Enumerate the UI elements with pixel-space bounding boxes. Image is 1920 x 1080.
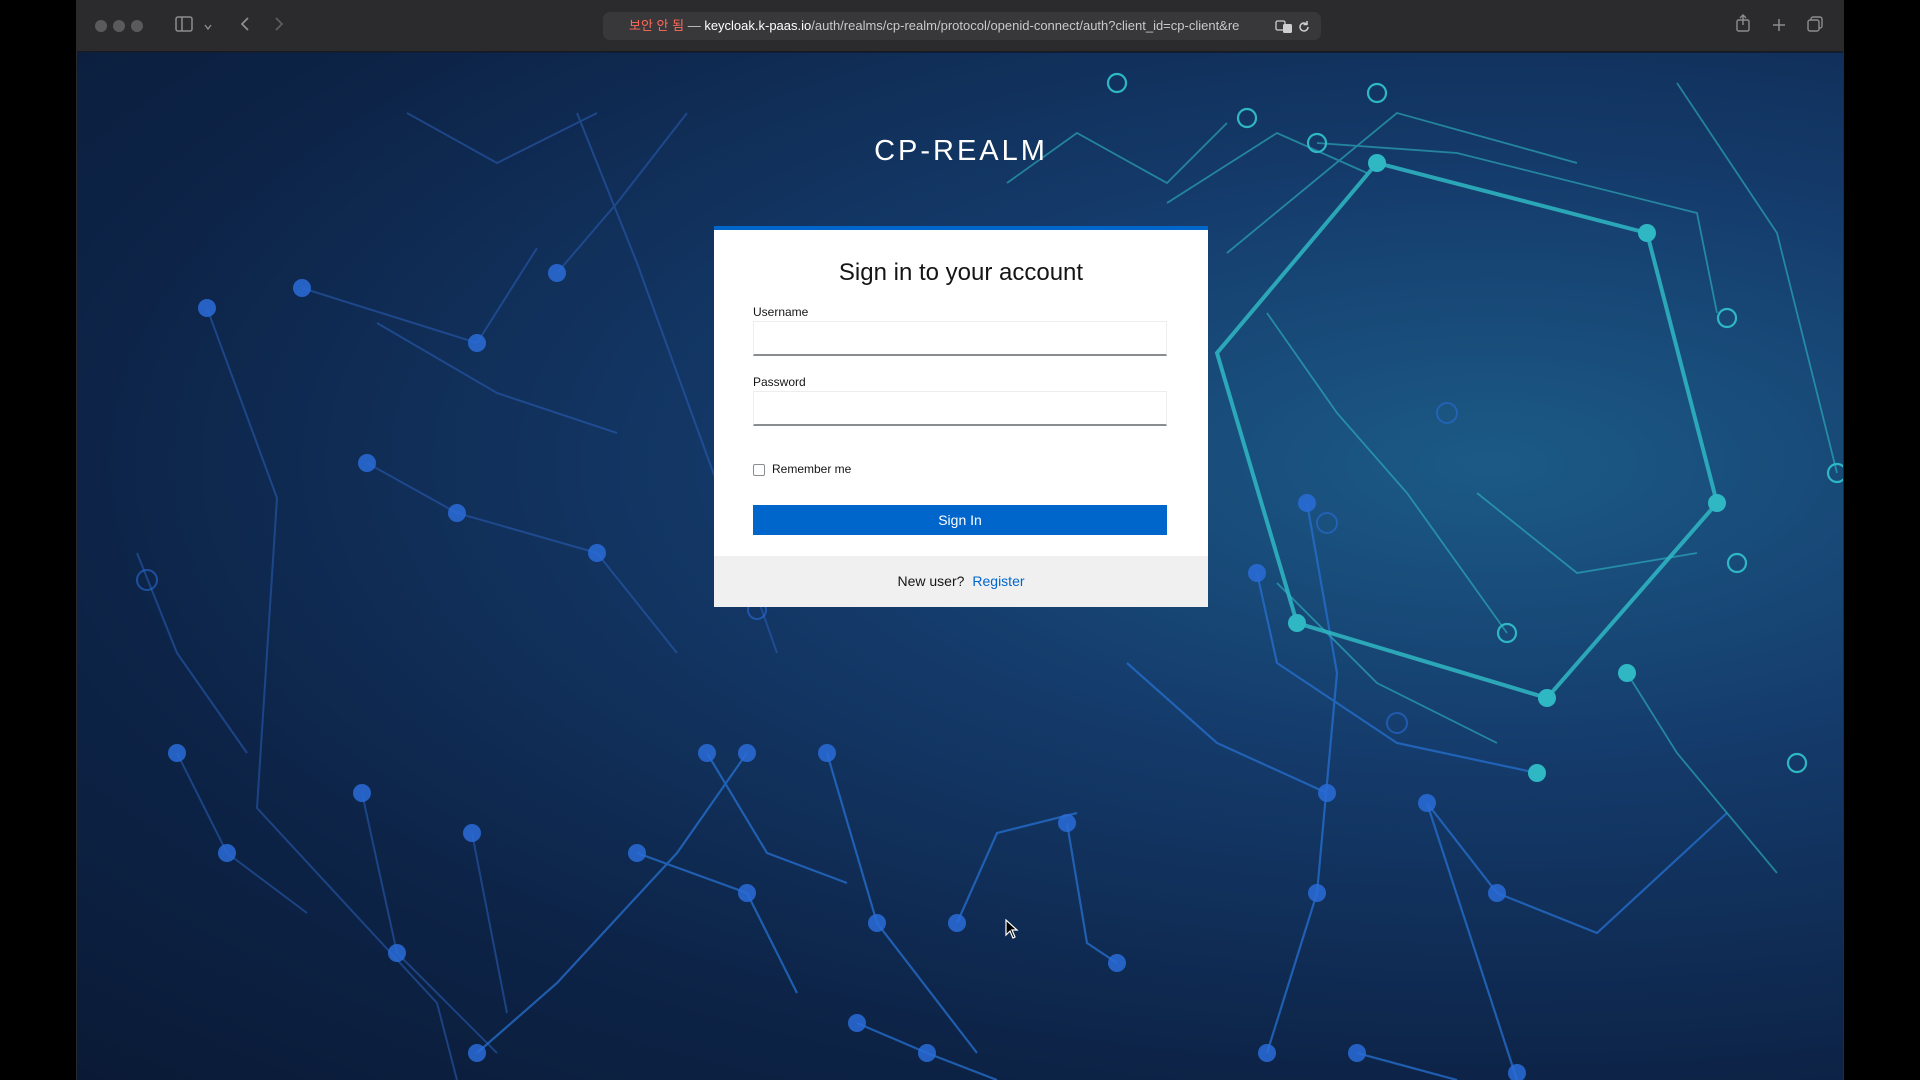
url-host: keycloak.k-paas.io xyxy=(704,18,812,33)
username-label: Username xyxy=(753,305,809,319)
login-page-background: CP-REALM Sign in to your account Usernam… xyxy=(77,53,1843,1080)
login-card-footer: New user? Register xyxy=(714,556,1208,607)
back-icon[interactable] xyxy=(235,14,255,38)
mouse-cursor-icon xyxy=(1005,919,1019,939)
remember-me-checkbox[interactable] xyxy=(753,464,765,476)
username-input[interactable] xyxy=(753,321,1167,356)
minimize-window-icon[interactable] xyxy=(113,20,125,32)
chevron-down-icon[interactable] xyxy=(201,14,215,38)
remember-me-label[interactable]: Remember me xyxy=(772,462,851,476)
password-input[interactable] xyxy=(753,391,1167,426)
browser-titlebar: 보안 안 됨 — keycloak.k-paas.io/auth/realms/… xyxy=(77,0,1843,52)
url-separator: — xyxy=(684,18,705,33)
realm-name: CP-REALM xyxy=(874,135,1048,167)
register-link[interactable]: Register xyxy=(972,573,1024,589)
url-path: /auth/realms/cp-realm/protocol/openid-co… xyxy=(811,18,1240,33)
browser-window: 보안 안 됨 — keycloak.k-paas.io/auth/realms/… xyxy=(76,0,1844,1080)
maximize-window-icon[interactable] xyxy=(131,20,143,32)
tabs-overview-icon[interactable] xyxy=(1805,14,1825,38)
sign-in-button[interactable]: Sign In xyxy=(753,505,1167,535)
password-label: Password xyxy=(753,375,806,389)
forward-icon[interactable] xyxy=(269,14,289,38)
share-icon[interactable] xyxy=(1733,14,1753,38)
close-window-icon[interactable] xyxy=(95,20,107,32)
login-title: Sign in to your account xyxy=(838,259,1084,286)
new-user-text: New user? xyxy=(897,573,965,589)
reload-icon[interactable] xyxy=(1297,12,1311,40)
address-bar[interactable]: 보안 안 됨 — keycloak.k-paas.io/auth/realms/… xyxy=(603,12,1321,40)
new-tab-icon[interactable] xyxy=(1769,14,1789,38)
login-card: Sign in to your account Username Passwor… xyxy=(714,226,1208,607)
sidebar-icon[interactable] xyxy=(173,14,195,38)
translate-icon[interactable] xyxy=(1275,12,1293,40)
insecure-warning: 보안 안 됨 xyxy=(629,18,685,33)
